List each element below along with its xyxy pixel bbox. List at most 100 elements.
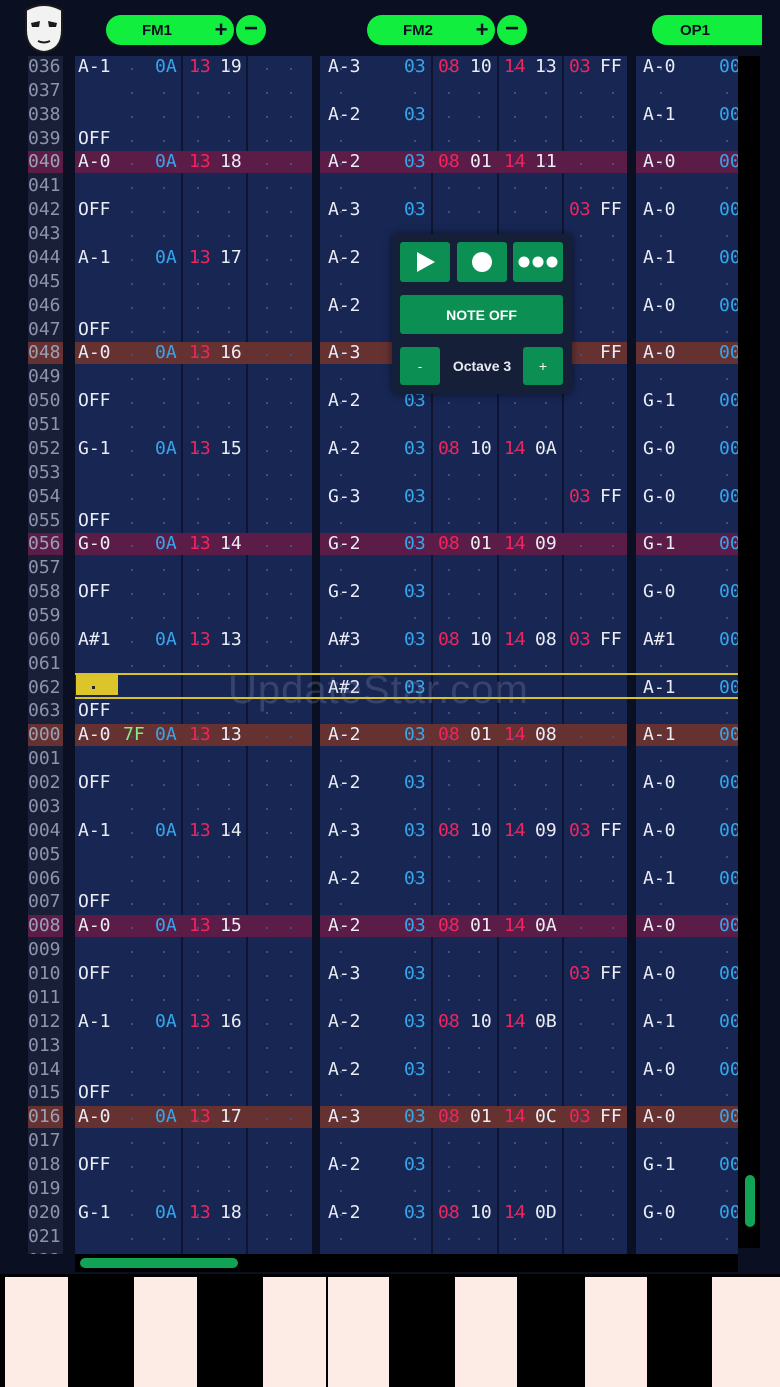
fm2-note-cell[interactable]: A-2 [328, 246, 361, 270]
op1-instrument-cell[interactable]: 00 [719, 628, 738, 652]
fm2-instrument-cell[interactable]: 03 [404, 771, 426, 795]
fm1-instrument-cell[interactable]: 0A [155, 914, 177, 938]
fm2-instrument-cell[interactable]: 03 [404, 1010, 426, 1034]
piano-black-key[interactable] [199, 1277, 261, 1387]
channel-fm1-pill[interactable]: FM1 + [106, 15, 234, 45]
fm2-effect3-value-cell[interactable]: FF [600, 198, 622, 222]
fm2-effect1-value-cell[interactable]: 10 [470, 819, 492, 843]
vertical-scroll-thumb[interactable] [745, 1175, 755, 1227]
op1-instrument-cell[interactable]: 00 [719, 389, 738, 413]
fm1-instrument-cell[interactable]: 0A [155, 1201, 177, 1225]
piano-black-key[interactable] [391, 1277, 453, 1387]
fm2-effect3-value-cell[interactable]: FF [600, 56, 622, 79]
op1-note-cell[interactable]: A-0 [643, 56, 676, 79]
fm1-effect-value-cell[interactable]: 19 [220, 56, 242, 79]
fm2-effect1-value-cell[interactable]: 10 [470, 56, 492, 79]
fm2-effect1-code-cell[interactable]: 08 [438, 723, 460, 747]
remove-column-fm2-button[interactable]: − [497, 15, 527, 45]
fm1-effect-value-cell[interactable]: 17 [220, 246, 242, 270]
fm2-effect2-value-cell[interactable]: 13 [535, 56, 557, 79]
fm1-effect-code-cell[interactable]: 13 [189, 628, 211, 652]
fm2-note-cell[interactable]: G-2 [328, 532, 361, 556]
fm1-instrument-cell[interactable]: 0A [155, 56, 177, 79]
fm2-effect3-value-cell[interactable]: FF [600, 962, 622, 986]
op1-note-cell[interactable]: A-0 [643, 294, 676, 318]
op1-instrument-cell[interactable]: 00 [719, 819, 738, 843]
fm2-instrument-cell[interactable]: 03 [404, 723, 426, 747]
fm1-effect-code-cell[interactable]: 13 [189, 723, 211, 747]
fm2-effect2-value-cell[interactable]: 0C [535, 1105, 557, 1129]
fm2-effect1-code-cell[interactable]: 08 [438, 437, 460, 461]
fm2-effect2-code-cell[interactable]: 14 [504, 914, 526, 938]
fm2-effect1-code-cell[interactable]: 08 [438, 56, 460, 79]
fm1-effect-value-cell[interactable]: 16 [220, 1010, 242, 1034]
fm2-effect1-value-cell[interactable]: 01 [470, 532, 492, 556]
fm2-instrument-cell[interactable]: 03 [404, 1058, 426, 1082]
fm1-instrument-cell[interactable]: 0A [155, 437, 177, 461]
fm2-instrument-cell[interactable]: 03 [404, 485, 426, 509]
fm2-effect1-value-cell[interactable]: 10 [470, 437, 492, 461]
fm2-effect2-value-cell[interactable]: 0A [535, 914, 557, 938]
fm2-effect2-code-cell[interactable]: 14 [504, 56, 526, 79]
op1-note-cell[interactable]: G-1 [643, 389, 676, 413]
vertical-scrollbar[interactable] [738, 28, 760, 1248]
fm2-effect3-value-cell[interactable]: FF [600, 485, 622, 509]
fm2-effect3-value-cell[interactable]: FF [600, 1105, 622, 1129]
fm1-note-cell[interactable]: A-0 [78, 341, 111, 365]
octave-up-button[interactable]: + [523, 347, 563, 385]
fm1-effect-value-cell[interactable]: 15 [220, 914, 242, 938]
op1-note-cell[interactable]: G-1 [643, 532, 676, 556]
fm2-instrument-cell[interactable]: 03 [404, 532, 426, 556]
fm1-note-cell[interactable]: OFF [78, 389, 111, 413]
fm1-note-cell[interactable]: A-0 [78, 150, 111, 174]
piano-white-key[interactable] [134, 1277, 197, 1387]
fm2-note-cell[interactable]: A-2 [328, 1058, 361, 1082]
fm2-effect3-code-cell[interactable]: 03 [569, 819, 591, 843]
fm2-note-cell[interactable]: A-3 [328, 198, 361, 222]
fm2-effect1-code-cell[interactable]: 08 [438, 1010, 460, 1034]
fm2-effect3-code-cell[interactable]: 03 [569, 628, 591, 652]
add-column-fm1-button[interactable]: + [208, 17, 234, 43]
op1-note-cell[interactable]: G-0 [643, 580, 676, 604]
fm1-note-cell[interactable]: A-1 [78, 246, 111, 270]
fm1-note-cell[interactable]: A-0 [78, 1105, 111, 1129]
fm2-instrument-cell[interactable]: 03 [404, 1153, 426, 1177]
fm1-note-cell[interactable]: OFF [78, 318, 111, 342]
fm1-instrument-cell[interactable]: 0A [155, 246, 177, 270]
fm2-instrument-cell[interactable]: 03 [404, 150, 426, 174]
op1-instrument-cell[interactable]: 00 [719, 246, 738, 270]
op1-instrument-cell[interactable]: 00 [719, 437, 738, 461]
fm1-effect-code-cell[interactable]: 13 [189, 1105, 211, 1129]
cursor-cell[interactable] [76, 675, 118, 695]
channel-op1-pill[interactable]: OP1 [652, 15, 762, 45]
fm2-effect3-code-cell[interactable]: 03 [569, 962, 591, 986]
op1-note-cell[interactable]: A-0 [643, 198, 676, 222]
fm2-note-cell[interactable]: A#3 [328, 628, 361, 652]
fm1-volume-cell[interactable]: 7F [123, 723, 145, 747]
fm2-effect3-value-cell[interactable]: FF [600, 819, 622, 843]
fm1-effect-value-cell[interactable]: 14 [220, 532, 242, 556]
fm2-note-cell[interactable]: A-2 [328, 1153, 361, 1177]
record-button[interactable] [457, 242, 507, 282]
fm1-effect-code-cell[interactable]: 13 [189, 914, 211, 938]
channel-fm1-column[interactable] [75, 56, 312, 1254]
fm2-effect1-code-cell[interactable]: 08 [438, 1201, 460, 1225]
fm2-note-cell[interactable]: A-2 [328, 1010, 361, 1034]
fm2-effect2-code-cell[interactable]: 14 [504, 723, 526, 747]
fm1-instrument-cell[interactable]: 0A [155, 341, 177, 365]
fm2-effect1-code-cell[interactable]: 08 [438, 628, 460, 652]
fm2-effect1-value-cell[interactable]: 01 [470, 914, 492, 938]
op1-instrument-cell[interactable]: 00 [719, 1153, 738, 1177]
fm1-note-cell[interactable]: A-0 [78, 914, 111, 938]
fm2-effect2-code-cell[interactable]: 14 [504, 437, 526, 461]
piano-black-key[interactable] [70, 1277, 132, 1387]
op1-note-cell[interactable]: A-1 [643, 103, 676, 127]
op1-note-cell[interactable]: A-0 [643, 819, 676, 843]
op1-instrument-cell[interactable]: 00 [719, 294, 738, 318]
fm2-effect1-code-cell[interactable]: 08 [438, 1105, 460, 1129]
fm2-instrument-cell[interactable]: 03 [404, 198, 426, 222]
fm2-effect2-value-cell[interactable]: 08 [535, 628, 557, 652]
op1-note-cell[interactable]: A-1 [643, 867, 676, 891]
fm2-instrument-cell[interactable]: 03 [404, 103, 426, 127]
op1-note-cell[interactable]: G-0 [643, 437, 676, 461]
